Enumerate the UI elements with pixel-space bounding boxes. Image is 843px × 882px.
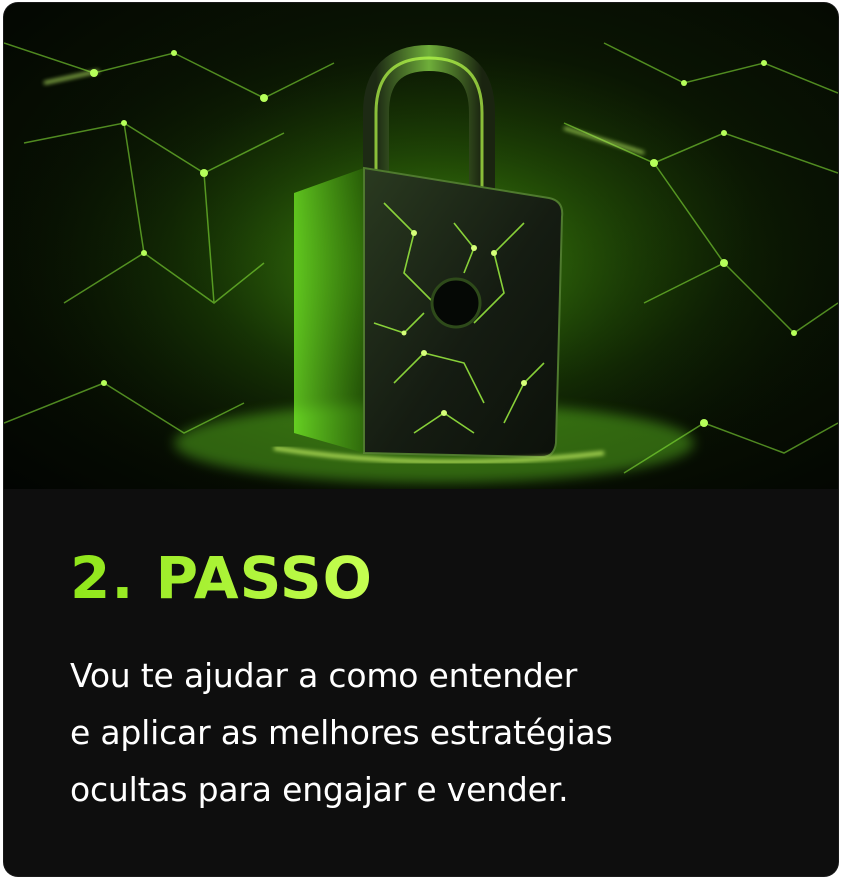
step-description: Vou te ajudar a como entender e aplicar … <box>70 647 810 818</box>
padlock-icon <box>4 3 838 489</box>
step-card: 2. PASSO Vou te ajudar a como entender e… <box>4 3 838 876</box>
step-description-line: e aplicar as melhores estratégias <box>70 713 613 752</box>
step-title: 2. PASSO <box>70 544 373 612</box>
step-description-line: ocultas para engajar e vender. <box>70 770 569 809</box>
hero-image <box>4 3 838 489</box>
step-description-line: Vou te ajudar a como entender <box>70 656 578 695</box>
step-content: 2. PASSO Vou te ajudar a como entender e… <box>4 489 838 876</box>
